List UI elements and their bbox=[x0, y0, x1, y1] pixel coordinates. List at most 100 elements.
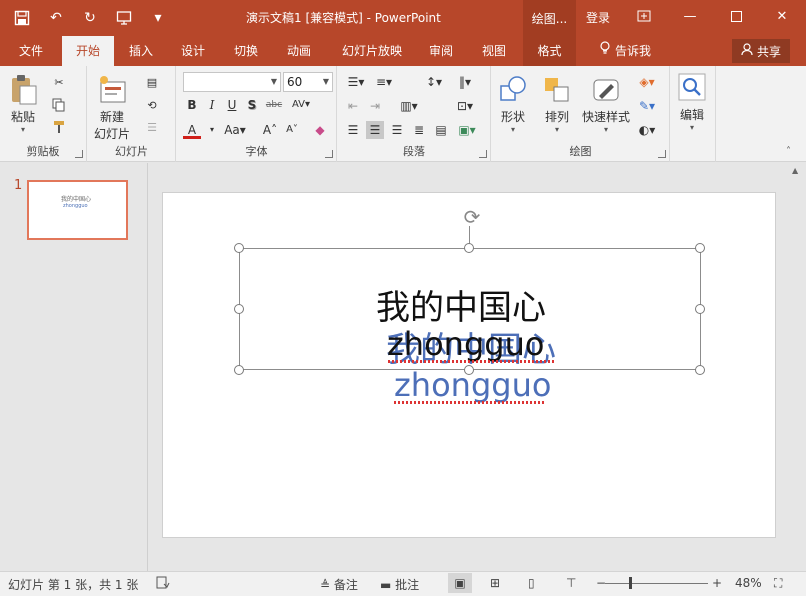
bold-icon[interactable]: B bbox=[183, 96, 201, 114]
share-button[interactable]: 共享 bbox=[732, 39, 790, 63]
strikethrough-icon[interactable]: abc bbox=[263, 96, 285, 114]
close-icon[interactable]: ✕ bbox=[759, 0, 805, 32]
columns-icon[interactable]: ▥▾ bbox=[396, 97, 422, 115]
vertical-scrollbar[interactable]: ▲ bbox=[787, 163, 806, 571]
clipboard-launcher-icon[interactable] bbox=[75, 150, 83, 158]
redo-icon[interactable]: ↻ bbox=[80, 8, 100, 28]
tab-insert[interactable]: 插入 bbox=[116, 36, 166, 66]
decrease-font-icon[interactable]: A˅ bbox=[283, 121, 301, 139]
font-group-label: 字体 bbox=[245, 145, 268, 158]
tab-file[interactable]: 文件 bbox=[6, 36, 56, 66]
font-launcher-icon[interactable] bbox=[325, 150, 333, 158]
zoom-slider-track[interactable] bbox=[605, 583, 708, 584]
minimize-icon[interactable]: — bbox=[667, 0, 713, 32]
tab-transitions[interactable]: 切换 bbox=[221, 36, 271, 66]
section-icon[interactable]: ☰ bbox=[143, 118, 161, 136]
line-spacing-icon[interactable]: ↕▾ bbox=[422, 73, 446, 91]
text-shadow-icon[interactable]: S bbox=[243, 96, 261, 114]
notes-button[interactable]: ≜ 备注 bbox=[320, 576, 358, 593]
slideshow-from-start-icon[interactable] bbox=[114, 8, 134, 28]
font-size-combo[interactable]: 60 ▼ bbox=[283, 72, 333, 92]
increase-font-icon[interactable]: A˄ bbox=[261, 121, 279, 139]
underline-icon[interactable]: U bbox=[223, 96, 241, 114]
slide-thumbnail[interactable]: 我的中国心 zhongguo bbox=[27, 180, 128, 240]
format-painter-icon[interactable] bbox=[50, 118, 68, 136]
resize-handle-top-right[interactable] bbox=[695, 243, 705, 253]
font-color-icon[interactable]: A bbox=[183, 121, 201, 139]
undo-icon[interactable]: ↶ bbox=[46, 8, 66, 28]
slide-sorter-icon[interactable]: ⊞ bbox=[490, 576, 500, 590]
align-right-icon[interactable]: ☰ bbox=[388, 121, 406, 139]
align-left-icon[interactable]: ☰ bbox=[344, 121, 362, 139]
change-case-icon[interactable]: Aa▾ bbox=[221, 121, 249, 139]
copy-icon[interactable] bbox=[50, 96, 68, 114]
paragraph-launcher-icon[interactable] bbox=[479, 150, 487, 158]
tab-view[interactable]: 视图 bbox=[469, 36, 519, 66]
reading-view-icon[interactable]: ▯ bbox=[528, 576, 535, 590]
zoom-slider-thumb[interactable] bbox=[629, 577, 632, 589]
tab-review[interactable]: 审阅 bbox=[416, 36, 466, 66]
increase-indent-icon[interactable]: ⇥ bbox=[366, 97, 384, 115]
italic-icon[interactable]: I bbox=[203, 96, 221, 114]
quick-styles-button[interactable]: 快速样式 ▾ bbox=[582, 74, 630, 134]
tab-format[interactable]: 格式 bbox=[523, 36, 576, 66]
smartart-icon[interactable]: ▣▾ bbox=[454, 121, 480, 139]
login-link[interactable]: 登录 bbox=[586, 9, 610, 26]
distributed-icon[interactable]: ▤ bbox=[432, 121, 450, 139]
tab-home[interactable]: 开始 bbox=[62, 36, 114, 67]
shape-fill-icon[interactable]: ◈▾ bbox=[634, 73, 660, 91]
comments-label: 批注 bbox=[395, 578, 420, 592]
shapes-label: 形状 bbox=[500, 110, 525, 124]
save-icon[interactable] bbox=[12, 8, 32, 28]
arrange-button[interactable]: 排列 ▾ bbox=[542, 74, 572, 134]
paste-button[interactable]: 粘贴 ▾ bbox=[8, 74, 38, 134]
bullets-icon[interactable]: ☰▾ bbox=[344, 73, 368, 91]
shapes-button[interactable]: 形状 ▾ bbox=[498, 74, 528, 134]
collapse-ribbon-icon[interactable]: ˄ bbox=[786, 146, 791, 157]
tab-animations[interactable]: 动画 bbox=[274, 36, 324, 66]
drawing-launcher-icon[interactable] bbox=[658, 150, 666, 158]
zoom-level[interactable]: 48% bbox=[735, 576, 762, 590]
tell-me-box[interactable]: 告诉我 bbox=[590, 36, 660, 66]
scroll-up-icon[interactable]: ▲ bbox=[792, 166, 798, 175]
font-color-dropdown-icon[interactable]: ▾ bbox=[203, 121, 221, 139]
text-direction-icon[interactable]: ‖▾ bbox=[452, 73, 478, 91]
maximize-icon[interactable] bbox=[713, 0, 759, 32]
justify-icon[interactable]: ≣ bbox=[410, 121, 428, 139]
editing-button[interactable]: 编辑 ▾ bbox=[677, 72, 707, 132]
resize-handle-top-left[interactable] bbox=[234, 243, 244, 253]
tab-slideshow[interactable]: 幻灯片放映 bbox=[334, 36, 410, 66]
paragraph-group-label: 段落 bbox=[403, 145, 425, 158]
new-slide-button[interactable]: 新建 幻灯片 bbox=[94, 74, 130, 142]
tab-design[interactable]: 设计 bbox=[168, 36, 218, 66]
resize-handle-top[interactable] bbox=[464, 243, 474, 253]
slide-thumbnails-pane: 1 我的中国心 zhongguo bbox=[0, 163, 148, 571]
comments-button[interactable]: ▬ 批注 bbox=[380, 576, 419, 593]
shape-outline-icon[interactable]: ✎▾ bbox=[634, 97, 660, 115]
layout-icon[interactable]: ▤ bbox=[143, 73, 161, 91]
reset-icon[interactable]: ⟲ bbox=[143, 96, 161, 114]
numbering-icon[interactable]: ≡▾ bbox=[372, 73, 396, 91]
normal-view-icon[interactable]: ▣ bbox=[448, 573, 472, 593]
decrease-indent-icon[interactable]: ⇤ bbox=[344, 97, 362, 115]
shape-effects-icon[interactable]: ◐▾ bbox=[634, 121, 660, 139]
ribbon-display-options-icon[interactable] bbox=[621, 0, 667, 32]
slideshow-view-icon[interactable]: ⊤ bbox=[566, 576, 576, 590]
customize-qat-icon[interactable]: ▾ bbox=[148, 8, 168, 28]
align-text-icon[interactable]: ⊡▾ bbox=[452, 97, 478, 115]
resize-handle-bottom-left[interactable] bbox=[234, 365, 244, 375]
rotate-handle-icon[interactable]: ⟳ bbox=[460, 205, 484, 229]
font-name-combo[interactable]: ▼ bbox=[183, 72, 281, 92]
resize-handle-bottom-right[interactable] bbox=[695, 365, 705, 375]
zoom-in-icon[interactable]: + bbox=[712, 576, 722, 590]
fit-slide-icon[interactable]: ⛶ bbox=[774, 576, 782, 591]
clear-formatting-icon[interactable]: ◆ bbox=[311, 121, 329, 139]
cut-icon[interactable]: ✂ bbox=[50, 73, 68, 91]
resize-handle-left[interactable] bbox=[234, 304, 244, 314]
character-spacing-icon[interactable]: AV▾ bbox=[289, 96, 313, 114]
quick-access-toolbar: ↶ ↻ ▾ bbox=[12, 6, 168, 30]
status-bar: 幻灯片 第 1 张，共 1 张 ≜ 备注 ▬ 批注 ▣ ⊞ ▯ ⊤ − + 48… bbox=[0, 571, 806, 596]
resize-handle-right[interactable] bbox=[695, 304, 705, 314]
spelling-check-icon[interactable] bbox=[156, 576, 170, 592]
align-center-icon[interactable]: ☰ bbox=[366, 121, 384, 139]
